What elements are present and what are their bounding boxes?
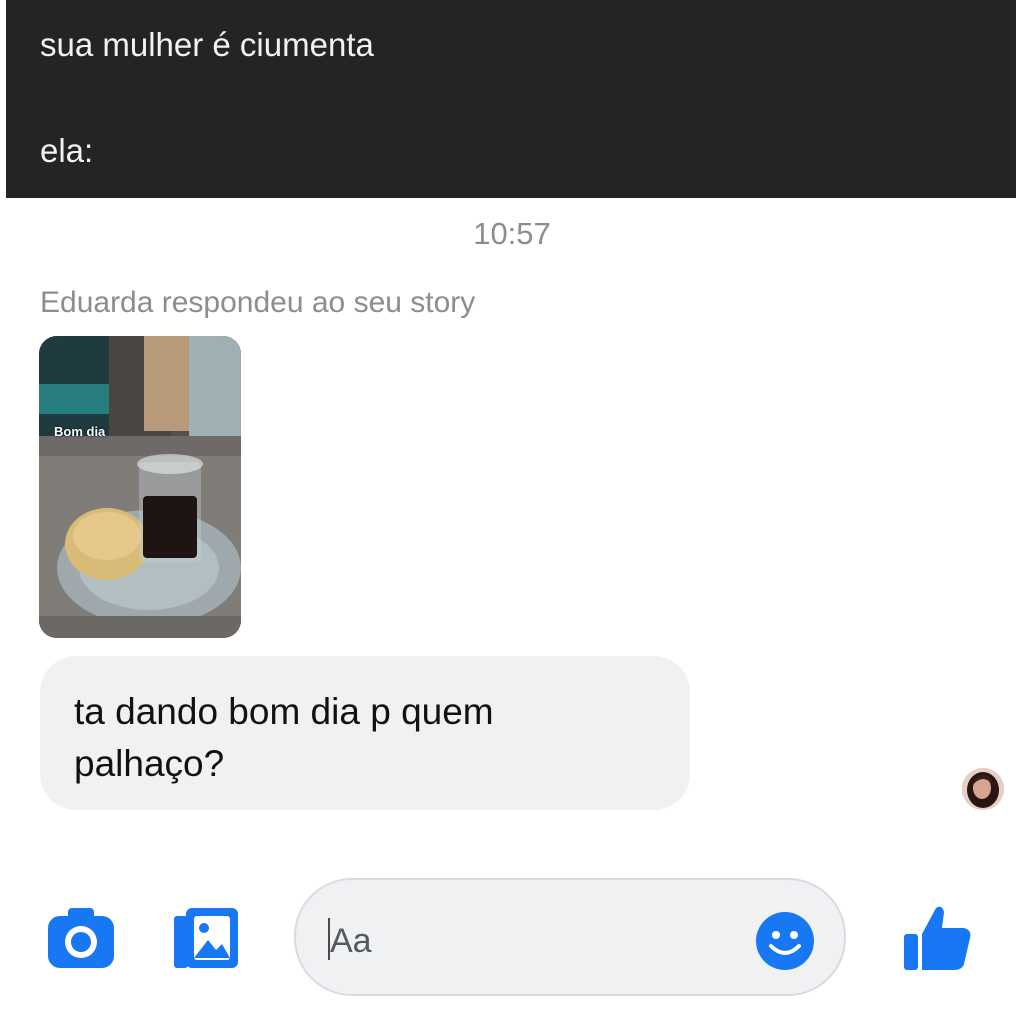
gallery-icon[interactable] [172, 906, 240, 970]
thumbs-up-icon[interactable] [902, 902, 972, 972]
message-timestamp: 10:57 [473, 216, 551, 251]
message-input[interactable]: Aa [294, 878, 846, 996]
story-image [39, 336, 241, 638]
message-input-placeholder: Aa [330, 922, 372, 960]
caption-line-1: sua mulher é ciumenta [40, 26, 374, 63]
caption-line-2: ela: [40, 132, 94, 169]
story-reply-note: Eduarda respondeu ao seu story [40, 286, 476, 319]
message-text: ta dando bom dia p quem palhaço? [74, 691, 494, 784]
story-thumbnail[interactable]: Bom dia [39, 336, 241, 638]
story-caption-text: Bom dia [54, 424, 106, 439]
message-bubble: ta dando bom dia p quem palhaço? [40, 656, 690, 810]
meme-caption-banner: sua mulher é ciumenta ela: [6, 0, 1016, 198]
camera-icon[interactable] [46, 906, 116, 970]
emoji-icon[interactable] [756, 912, 814, 970]
seen-avatar [962, 768, 1004, 810]
